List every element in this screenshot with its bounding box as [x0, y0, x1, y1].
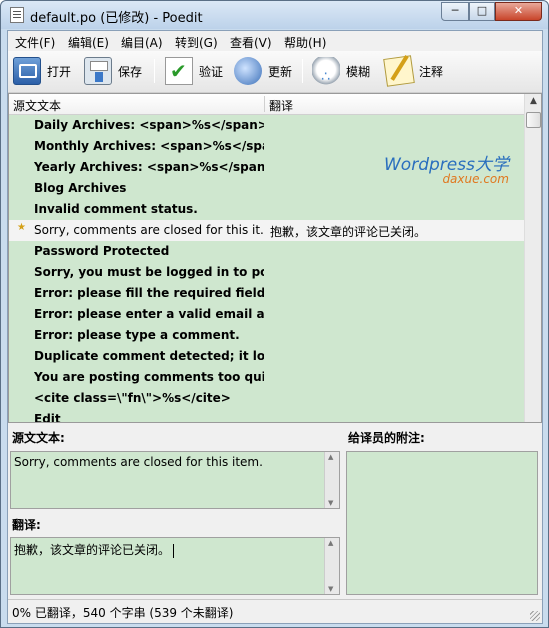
save-disk-icon [84, 57, 112, 85]
row-source: Sorry, comments are closed for this it..… [34, 223, 264, 237]
translator-notes-label: 给译员的附注: [348, 431, 425, 445]
source-pane-scrollbar[interactable] [324, 452, 339, 508]
row-source: Duplicate comment detected; it loo... [34, 349, 264, 363]
menu-goto[interactable]: 转到(G) [175, 34, 218, 51]
row-source: Monthly Archives: <span>%s</spa... [34, 139, 264, 153]
translation-text-content: 抱歉，该文章的评论已关闭。 [14, 541, 175, 558]
toolbar-separator [154, 59, 155, 83]
translator-notes-pane[interactable] [346, 451, 538, 595]
list-row[interactable]: Invalid comment status. [9, 199, 524, 220]
list-row[interactable]: Duplicate comment detected; it loo... [9, 346, 524, 367]
list-row-selected[interactable]: ★ Sorry, comments are closed for this it.… [9, 220, 524, 241]
resize-grip[interactable] [530, 611, 540, 621]
row-source: Error: please enter a valid email ad... [34, 307, 264, 321]
row-translation: 抱歉，该文章的评论已关闭。 [270, 225, 427, 239]
toolbar-separator [302, 59, 303, 83]
source-text-content: Sorry, comments are closed for this item… [14, 455, 263, 469]
save-button[interactable]: 保存 [84, 55, 142, 87]
row-source: You are posting comments too qui... [34, 370, 264, 384]
list-row[interactable]: Daily Archives: <span>%s</span> [9, 115, 524, 136]
fuzzy-button[interactable]: 模糊 [312, 55, 370, 87]
strings-list[interactable]: 源文文本 翻译 Daily Archives: <span>%s</span> … [8, 93, 542, 423]
validate-button[interactable]: 验证 [165, 55, 223, 87]
client-area: 文件(F) 编辑(E) 编目(A) 转到(G) 查看(V) 帮助(H) 打开 保… [7, 30, 543, 624]
status-bar: 0% 已翻译，540 个字串 (539 个未翻译) [8, 599, 542, 623]
row-source: <cite class=\"fn\">%s</cite> [34, 391, 231, 405]
validate-label: 验证 [199, 64, 224, 79]
open-folder-icon [13, 57, 41, 85]
scroll-up-arrow[interactable]: ▲ [527, 96, 540, 109]
text-caret [173, 543, 175, 558]
menu-bar: 文件(F) 编辑(E) 编目(A) 转到(G) 查看(V) 帮助(H) [8, 31, 542, 51]
poedit-window: default.po (已修改) - Poedit ─ □ ✕ 文件(F) 编辑… [0, 0, 549, 628]
list-row[interactable]: Sorry, you must be logged in to po... [9, 262, 524, 283]
row-source: Error: please type a comment. [34, 328, 240, 342]
document-icon [10, 7, 24, 23]
menu-edit[interactable]: 编辑(E) [68, 34, 109, 51]
pencil-note-icon [383, 55, 415, 87]
list-row[interactable]: Edit [9, 409, 524, 422]
list-row[interactable]: <cite class=\"fn\">%s</cite> [9, 388, 524, 409]
status-text: 0% 已翻译，540 个字串 (539 个未翻译) [12, 606, 234, 620]
list-row[interactable]: Password Protected [9, 241, 524, 262]
menu-catalog[interactable]: 编目(A) [121, 34, 163, 51]
source-text-pane[interactable]: Sorry, comments are closed for this item… [10, 451, 340, 509]
fuzzy-label: 模糊 [346, 64, 371, 79]
column-divider[interactable] [264, 96, 265, 112]
comment-label: 注释 [419, 64, 444, 79]
star-icon: ★ [17, 222, 26, 233]
row-source: Blog Archives [34, 181, 127, 195]
save-label: 保存 [118, 64, 143, 79]
minimize-button[interactable]: ─ [441, 2, 469, 21]
close-button[interactable]: ✕ [495, 2, 542, 21]
translation-text: 抱歉，该文章的评论已关闭。 [14, 543, 171, 557]
update-label: 更新 [268, 64, 293, 79]
list-row[interactable]: Monthly Archives: <span>%s</spa... [9, 136, 524, 157]
globe-update-icon [234, 57, 262, 85]
editor-panel: 源文文本: Sorry, comments are closed for thi… [8, 423, 542, 598]
watermark-logo: Wordpress大学 daxue.com [384, 157, 509, 187]
toolbar: 打开 保存 验证 更新 模糊 注释 [8, 51, 542, 93]
list-scrollbar[interactable]: ▲ [524, 94, 541, 422]
row-source: Password Protected [34, 244, 170, 258]
menu-file[interactable]: 文件(F) [15, 34, 55, 51]
update-button[interactable]: 更新 [234, 55, 292, 87]
list-row[interactable]: Error: please type a comment. [9, 325, 524, 346]
row-source: Yearly Archives: <span>%s</span> [34, 160, 264, 174]
maximize-button[interactable]: □ [469, 2, 495, 21]
row-source: Sorry, you must be logged in to po... [34, 265, 264, 279]
list-row[interactable]: Error: please fill the required fields .… [9, 283, 524, 304]
menu-help[interactable]: 帮助(H) [284, 34, 326, 51]
comment-button[interactable]: 注释 [383, 55, 444, 87]
translation-label: 翻译: [12, 518, 41, 532]
row-source: Error: please fill the required fields .… [34, 286, 264, 300]
open-button[interactable]: 打开 [13, 55, 71, 87]
list-row[interactable]: You are posting comments too qui... [9, 367, 524, 388]
open-label: 打开 [47, 64, 72, 79]
title-bar[interactable]: default.po (已修改) - Poedit ─ □ ✕ [1, 1, 548, 29]
menu-view[interactable]: 查看(V) [230, 34, 272, 51]
source-text-label: 源文文本: [12, 431, 65, 445]
checkmark-icon [165, 57, 193, 85]
translation-pane-scrollbar[interactable] [324, 538, 339, 594]
scroll-thumb[interactable] [526, 112, 541, 128]
row-source: Edit [34, 412, 61, 422]
window-title: default.po (已修改) - Poedit [30, 11, 203, 26]
translation-input[interactable]: 抱歉，该文章的评论已关闭。 [10, 537, 340, 595]
row-source: Daily Archives: <span>%s</span> [34, 118, 264, 132]
column-header-translation[interactable]: 翻译 [269, 97, 293, 114]
row-source: Invalid comment status. [34, 202, 198, 216]
list-row[interactable]: Error: please enter a valid email ad... [9, 304, 524, 325]
list-header: 源文文本 翻译 [9, 94, 524, 115]
cloud-fuzzy-icon [312, 57, 340, 85]
column-header-source[interactable]: 源文文本 [13, 97, 61, 114]
